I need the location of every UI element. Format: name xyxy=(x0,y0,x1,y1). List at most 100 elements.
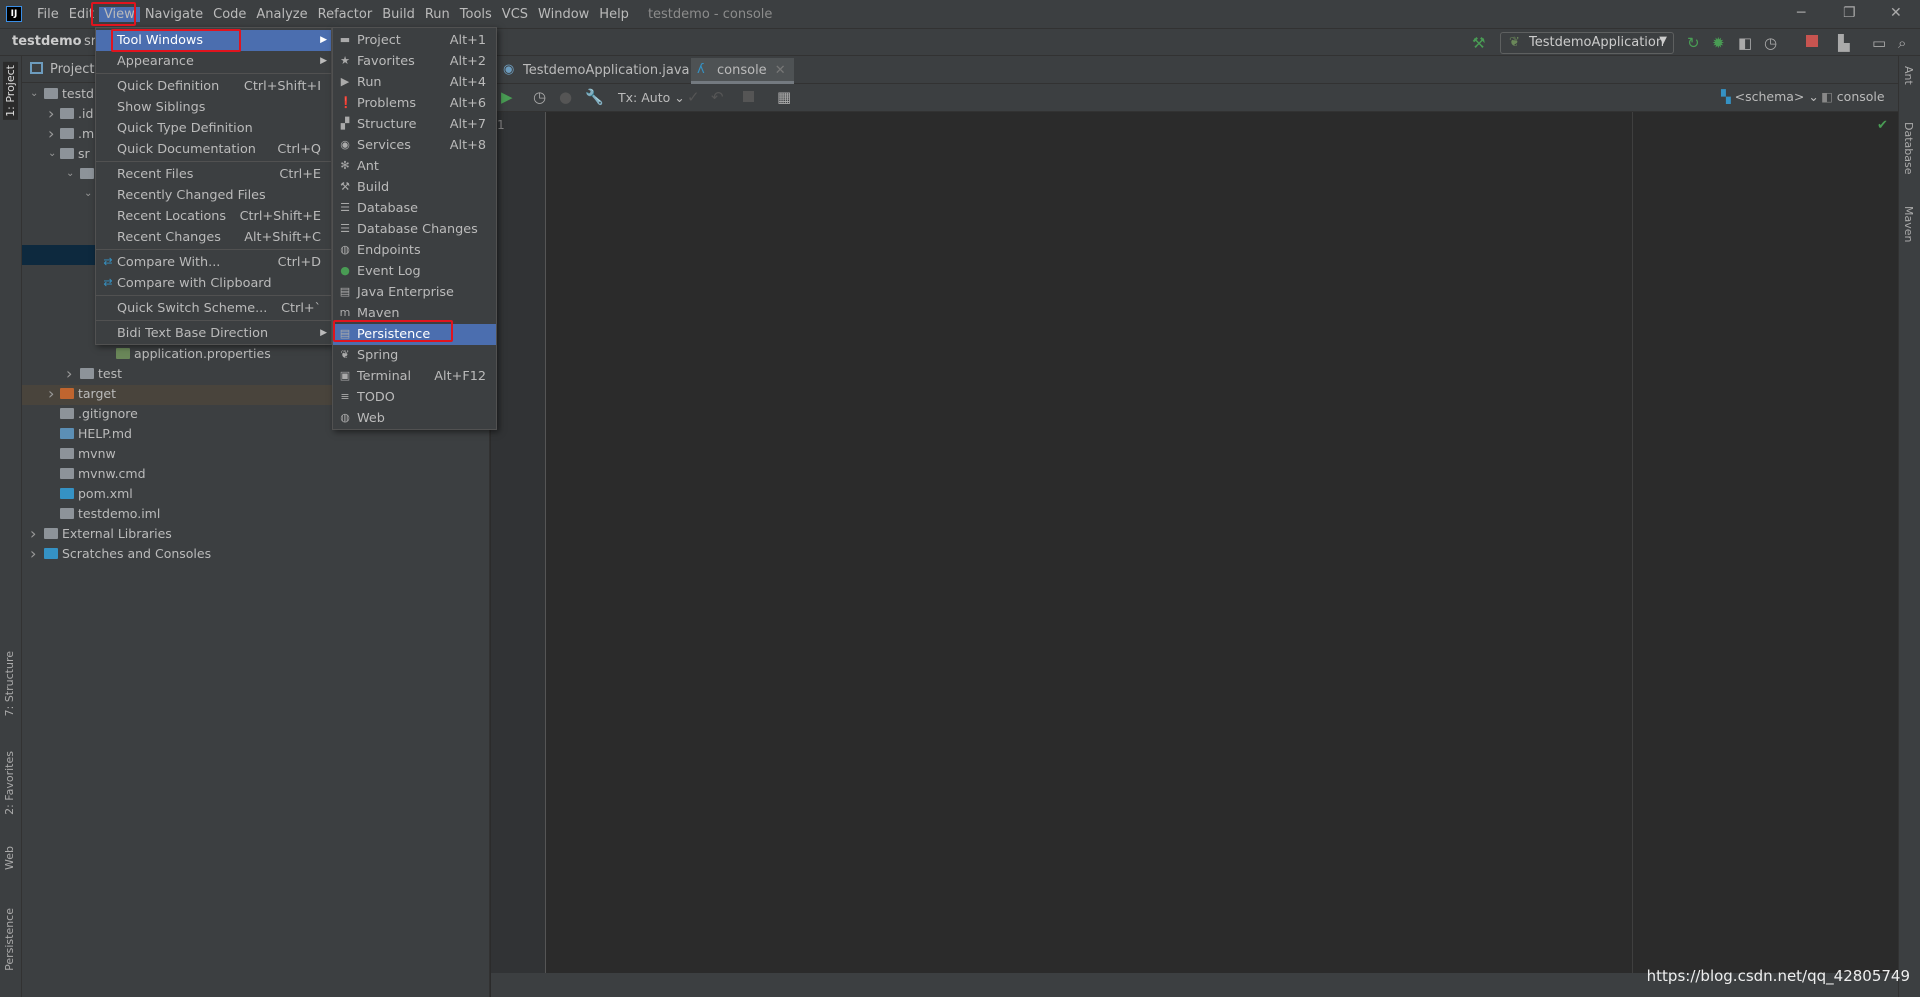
menu-item-java-enterprise[interactable]: ▤ Java Enterprise xyxy=(333,282,496,303)
stop-icon[interactable] xyxy=(1806,35,1818,47)
menu-item-compare-with[interactable]: ⇄ Compare With... Ctrl+D xyxy=(96,252,331,273)
menu-item-event-log[interactable]: ● Event Log xyxy=(333,261,496,282)
tree-chevron-icon[interactable]: ⌄ xyxy=(66,164,74,184)
debug-icon[interactable]: ✹ xyxy=(1712,34,1725,52)
tree-chevron-icon[interactable]: › xyxy=(30,544,36,564)
menu-item-bidi-text-base-direction[interactable]: Bidi Text Base Direction ▶ xyxy=(96,323,331,344)
menu-refactor[interactable]: Refactor xyxy=(313,7,378,22)
menu-navigate[interactable]: Navigate xyxy=(140,7,208,22)
coverage-icon[interactable]: ◧ xyxy=(1738,34,1752,52)
menu-item-run[interactable]: ▶ Run Alt+4 xyxy=(333,72,496,93)
history-icon[interactable]: ◷ xyxy=(533,88,546,106)
project-panel-title[interactable]: Project xyxy=(50,62,94,77)
menu-file[interactable]: File xyxy=(32,7,64,22)
menu-item-shortcut: Alt+8 xyxy=(449,138,486,153)
menu-item-database[interactable]: ☰ Database xyxy=(333,198,496,219)
transaction-mode-dropdown[interactable]: Tx: Auto ⌄ xyxy=(618,90,685,105)
stripe-favorites-button[interactable]: 2: Favorites xyxy=(3,751,16,815)
commit-icon[interactable]: ✓ xyxy=(687,88,700,106)
tree-item[interactable]: › Scratches and Consoles xyxy=(22,544,490,564)
tab-testdemo-application[interactable]: ◉ TestdemoApplication.java✕ xyxy=(497,58,716,84)
tree-chevron-icon[interactable]: › xyxy=(48,104,54,124)
search-icon[interactable]: ⌕ xyxy=(1898,34,1906,52)
menu-item-spring[interactable]: ❦ Spring xyxy=(333,345,496,366)
stripe-project-button[interactable]: 1: Project xyxy=(3,62,18,120)
right-tool-stripe: Ant Database Maven xyxy=(1898,56,1920,997)
menu-help[interactable]: Help xyxy=(594,7,634,22)
menu-item-project[interactable]: ▬ Project Alt+1 xyxy=(333,30,496,51)
stripe-maven-button[interactable]: Maven xyxy=(1902,206,1915,242)
stripe-ant-button[interactable]: Ant xyxy=(1902,66,1915,85)
project-structure-icon[interactable]: ▙ xyxy=(1838,34,1850,52)
menu-item-label: Database Changes xyxy=(357,222,478,237)
tab-console[interactable]: ʎ console ✕ xyxy=(691,58,794,84)
menu-item-web[interactable]: ◍ Web xyxy=(333,408,496,429)
menu-item-build[interactable]: ⚒ Build xyxy=(333,177,496,198)
rerun-icon[interactable]: ↻ xyxy=(1687,34,1700,52)
menu-item-terminal[interactable]: ▣ Terminal Alt+F12 xyxy=(333,366,496,387)
tree-chevron-icon[interactable]: › xyxy=(30,524,36,544)
close-button[interactable]: ✕ xyxy=(1890,5,1902,21)
profile-icon[interactable]: ◷ xyxy=(1764,34,1777,52)
presentation-icon[interactable]: ▭ xyxy=(1872,34,1886,52)
tree-item[interactable]: mvnw xyxy=(22,444,490,464)
breadcrumb-project[interactable]: testdemo xyxy=(12,34,82,49)
menu-item-quick-definition[interactable]: Quick Definition Ctrl+Shift+I xyxy=(96,76,331,97)
menu-vcs[interactable]: VCS xyxy=(497,7,533,22)
settings-wrench-icon[interactable]: 🔧 xyxy=(585,88,604,106)
menu-item-quick-documentation[interactable]: Quick Documentation Ctrl+Q xyxy=(96,139,331,160)
run-configuration-dropdown[interactable]: ❦ TestdemoApplication ▼ xyxy=(1500,32,1674,54)
execute-icon[interactable]: ▶ xyxy=(501,88,513,106)
pin-icon[interactable]: ● xyxy=(559,88,572,106)
stripe-web-button[interactable]: Web xyxy=(3,846,16,870)
tree-chevron-icon[interactable]: › xyxy=(48,124,54,144)
tree-item[interactable]: pom.xml xyxy=(22,484,490,504)
menu-item-ant[interactable]: ✻ Ant xyxy=(333,156,496,177)
menu-item-endpoints[interactable]: ◍ Endpoints xyxy=(333,240,496,261)
table-view-icon[interactable]: ▦ xyxy=(777,88,791,106)
menu-item-database-changes[interactable]: ☰ Database Changes xyxy=(333,219,496,240)
menu-code[interactable]: Code xyxy=(208,7,251,22)
menu-item-appearance[interactable]: Appearance ▶ xyxy=(96,51,331,72)
stripe-database-button[interactable]: Database xyxy=(1902,122,1915,175)
menu-item-problems[interactable]: ❗ Problems Alt+6 xyxy=(333,93,496,114)
cancel-query-icon[interactable] xyxy=(743,91,754,102)
editor-area[interactable] xyxy=(546,112,1898,973)
restore-button[interactable]: ❐ xyxy=(1843,5,1856,21)
menu-item-recent-files[interactable]: Recent Files Ctrl+E xyxy=(96,164,331,185)
menu-item-services[interactable]: ◉ Services Alt+8 xyxy=(333,135,496,156)
todo-icon: ≡ xyxy=(340,390,350,403)
build-hammer-icon[interactable]: ⚒ xyxy=(1472,34,1485,52)
close-tab-icon[interactable]: ✕ xyxy=(775,63,786,78)
tree-item[interactable]: › External Libraries xyxy=(22,524,490,544)
menu-item-show-siblings[interactable]: Show Siblings xyxy=(96,97,331,118)
menu-item-todo[interactable]: ≡ TODO xyxy=(333,387,496,408)
menu-tools[interactable]: Tools xyxy=(455,7,497,22)
menu-item-recent-changes[interactable]: Recent Changes Alt+Shift+C xyxy=(96,227,331,248)
menu-item-label: Ant xyxy=(357,159,379,174)
menu-item-recently-changed-files[interactable]: Recently Changed Files xyxy=(96,185,331,206)
minimize-button[interactable]: ─ xyxy=(1797,5,1805,21)
menu-item-structure[interactable]: ▞ Structure Alt+7 xyxy=(333,114,496,135)
tree-chevron-icon[interactable]: ⌄ xyxy=(84,184,92,204)
maven-icon: m xyxy=(339,306,351,319)
menu-item-recent-locations[interactable]: Recent Locations Ctrl+Shift+E xyxy=(96,206,331,227)
stripe-structure-button[interactable]: 7: Structure xyxy=(3,651,16,716)
menu-item-favorites[interactable]: ★ Favorites Alt+2 xyxy=(333,51,496,72)
menu-build[interactable]: Build xyxy=(377,7,420,22)
menu-item-quick-switch-scheme[interactable]: Quick Switch Scheme... Ctrl+` xyxy=(96,298,331,319)
menu-run[interactable]: Run xyxy=(420,7,455,22)
tree-item[interactable]: testdemo.iml xyxy=(22,504,490,524)
menu-window[interactable]: Window xyxy=(533,7,594,22)
rollback-icon[interactable]: ↶ xyxy=(711,88,724,106)
menu-item-quick-type-definition[interactable]: Quick Type Definition xyxy=(96,118,331,139)
menu-analyze[interactable]: Analyze xyxy=(251,7,312,22)
tree-chevron-icon[interactable]: › xyxy=(48,384,54,404)
menu-item-compare-with-clipboard[interactable]: ⇄ Compare with Clipboard xyxy=(96,273,331,294)
schema-dropdown[interactable]: ▚ <schema> ⌄ xyxy=(1721,89,1819,104)
tree-item[interactable]: mvnw.cmd xyxy=(22,464,490,484)
tree-chevron-icon[interactable]: ⌄ xyxy=(48,144,56,164)
stripe-persistence-button[interactable]: Persistence xyxy=(3,908,16,971)
tree-chevron-icon[interactable]: › xyxy=(66,364,72,384)
tree-chevron-icon[interactable]: ⌄ xyxy=(30,84,38,104)
